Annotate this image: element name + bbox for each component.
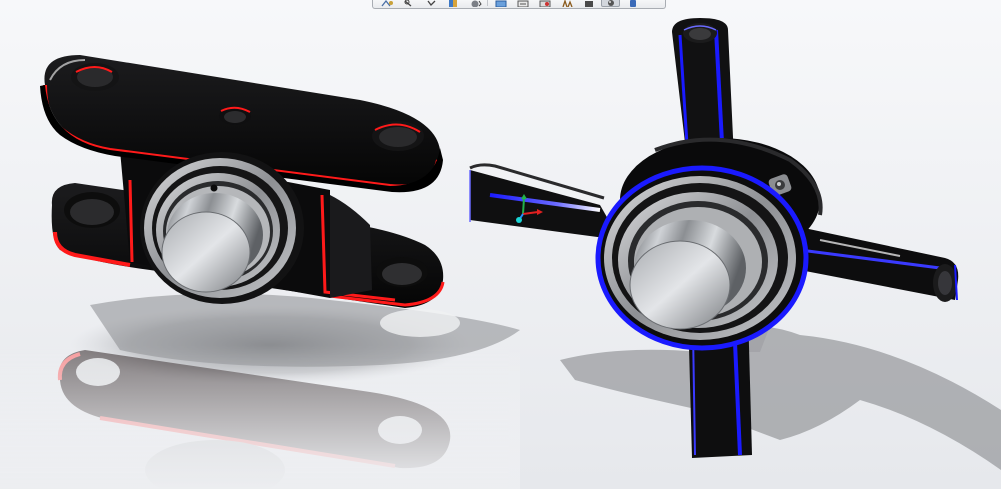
- view-orientation-icon[interactable]: [465, 0, 484, 7]
- edit-appearance-icon[interactable]: [535, 0, 554, 7]
- floor-reflection: [0, 345, 520, 489]
- display-style-icon[interactable]: [491, 0, 510, 7]
- realview-icon[interactable]: [601, 0, 620, 7]
- section-view-icon[interactable]: [443, 0, 462, 7]
- zoom-to-area-icon[interactable]: [399, 0, 418, 7]
- zoom-to-fit-icon[interactable]: [377, 0, 396, 7]
- previous-view-icon[interactable]: [421, 0, 440, 7]
- graphics-area[interactable]: [0, 0, 1001, 489]
- apply-scene-icon[interactable]: [557, 0, 576, 7]
- toolbar-separator: [487, 0, 488, 6]
- hide-show-items-icon[interactable]: [513, 0, 532, 7]
- heads-up-view-toolbar: [372, 0, 666, 9]
- view-settings-icon[interactable]: [579, 0, 598, 7]
- shadows-icon[interactable]: [623, 0, 642, 7]
